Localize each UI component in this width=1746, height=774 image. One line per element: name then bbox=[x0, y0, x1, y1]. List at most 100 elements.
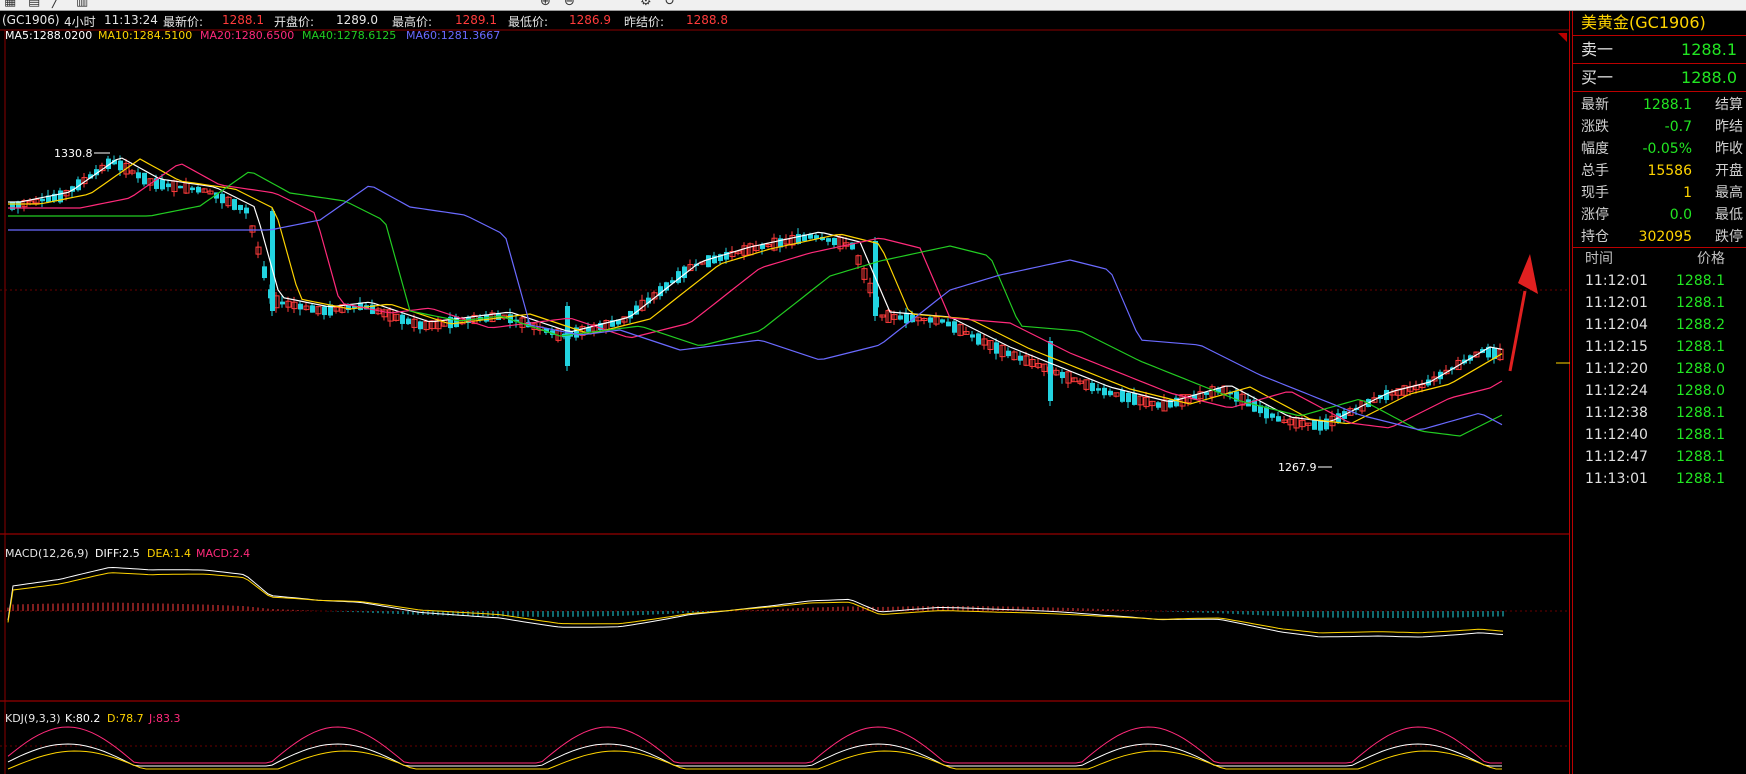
red-arrow-line bbox=[1508, 290, 1527, 372]
candle-body-down bbox=[904, 312, 909, 324]
buy-label: 买一 bbox=[1581, 68, 1614, 87]
candle-body-down bbox=[220, 193, 225, 204]
stat-label-right: 最高 bbox=[1715, 185, 1743, 201]
candle-body-down bbox=[1276, 416, 1281, 422]
line-icon[interactable]: ╱ bbox=[52, 0, 60, 9]
settings-icon[interactable]: ⚙ bbox=[640, 0, 652, 9]
stat-label: 持仓 bbox=[1581, 229, 1609, 245]
candle-body-down bbox=[1006, 350, 1011, 357]
tick-row: 11:12:04 1288.2 bbox=[1573, 314, 1746, 336]
period-label[interactable]: 4小时 bbox=[64, 13, 96, 30]
bar-icon[interactable]: ▥ bbox=[76, 0, 88, 9]
stat-label-right: 昨结 bbox=[1715, 119, 1743, 135]
kline-chart[interactable]: MA5:1288.0200 MA10:1284.5100 MA20:1280.650… bbox=[0, 11, 1570, 774]
buy-value: 1288.0 bbox=[1681, 68, 1737, 87]
low-value: 1286.9 bbox=[569, 13, 611, 27]
stat-label: 总手 bbox=[1581, 163, 1609, 179]
ticks-price-header: 价格 bbox=[1697, 251, 1725, 267]
candle-body-down bbox=[940, 319, 945, 323]
candle-body-down bbox=[418, 321, 423, 330]
stat-label: 最新 bbox=[1581, 97, 1609, 113]
candle-body-down bbox=[1318, 420, 1323, 431]
kdj-j: J:83.3 bbox=[148, 712, 180, 725]
candle-body-down bbox=[832, 237, 837, 246]
candle-body-down bbox=[1018, 355, 1023, 361]
low-label: 最低价: bbox=[508, 15, 549, 29]
latest-value: 1288.1 bbox=[222, 13, 264, 27]
candle-body-down bbox=[706, 255, 711, 268]
candle-body-down bbox=[952, 321, 957, 333]
candle-body-down bbox=[142, 172, 147, 185]
candle-body-down bbox=[1108, 390, 1113, 396]
candle-body-down bbox=[994, 342, 999, 354]
red-arrow-head bbox=[1518, 254, 1538, 294]
stat-label-right: 最低 bbox=[1715, 207, 1743, 223]
stat-value: -0.05% bbox=[1642, 141, 1692, 157]
tick-row: 11:12:01 1288.1 bbox=[1573, 270, 1746, 292]
ma5-legend: MA5:1288.0200 bbox=[5, 29, 92, 42]
candle-body-down bbox=[1324, 418, 1329, 430]
stat-row: 现手 1 最高 bbox=[1573, 182, 1746, 204]
candle-body-down bbox=[196, 186, 201, 193]
tick-time: 11:12:40 bbox=[1585, 427, 1648, 443]
chart-icon[interactable]: ▦ bbox=[4, 0, 16, 9]
candle-body-down bbox=[976, 333, 981, 345]
tick-time: 11:12:24 bbox=[1585, 383, 1648, 399]
ma40-line bbox=[8, 171, 1503, 437]
sell-label: 卖一 bbox=[1581, 40, 1614, 59]
tick-row: 11:12:15 1288.1 bbox=[1573, 336, 1746, 358]
candle-body-down bbox=[118, 160, 123, 171]
refresh-icon[interactable]: ↻ bbox=[664, 0, 675, 9]
ma10-line bbox=[8, 158, 1503, 425]
tick-time: 11:12:01 bbox=[1585, 295, 1648, 311]
stat-row: 总手 15586 开盘 bbox=[1573, 160, 1746, 182]
candle-body-down bbox=[406, 318, 411, 325]
tick-time: 11:13:01 bbox=[1585, 471, 1648, 487]
grid-icon[interactable]: ▤ bbox=[28, 0, 40, 9]
symbol-code: (GC1906) bbox=[2, 13, 60, 27]
open-label: 开盘价: bbox=[274, 15, 315, 29]
zoom-in-icon[interactable]: ⊕ bbox=[540, 0, 551, 9]
stat-label-right: 开盘 bbox=[1715, 163, 1743, 179]
ticks-list: 11:12:01 1288.1 11:12:01 1288.1 11:12:04 1288… bbox=[1573, 270, 1746, 490]
candle-body-down bbox=[298, 303, 303, 310]
ma10-legend: MA10:1284.5100 bbox=[98, 29, 192, 42]
ticks-time-header: 时间 bbox=[1585, 251, 1613, 267]
stat-value: 1 bbox=[1683, 185, 1692, 201]
candle-body-down bbox=[40, 198, 45, 202]
stat-value: 1288.1 bbox=[1643, 97, 1692, 113]
stat-label-right: 跌停 bbox=[1715, 229, 1743, 245]
tick-price: 1288.1 bbox=[1676, 405, 1725, 421]
ma60-legend: MA60:1281.3667 bbox=[406, 29, 500, 42]
ma40-legend: MA40:1278.6125 bbox=[302, 29, 396, 42]
macd-dea: DEA:1.4 bbox=[147, 547, 191, 560]
kdj-name: KDJ(9,3,3) bbox=[5, 712, 61, 725]
tick-price: 1288.1 bbox=[1676, 427, 1725, 443]
tick-time: 11:12:04 bbox=[1585, 317, 1648, 333]
tick-price: 1288.1 bbox=[1676, 273, 1725, 289]
kdj-k: K:80.2 bbox=[65, 712, 100, 725]
candle-body-down bbox=[946, 321, 951, 327]
macd-diff-line bbox=[7, 566, 1504, 638]
stat-label: 涨跌 bbox=[1581, 119, 1609, 135]
candle-body-down bbox=[1096, 388, 1101, 391]
tick-price: 1288.0 bbox=[1676, 361, 1725, 377]
candle-body-down bbox=[160, 179, 165, 190]
candle-body-down bbox=[1270, 413, 1275, 418]
candle-body-down bbox=[232, 199, 237, 210]
open-value: 1289.0 bbox=[336, 13, 378, 27]
ma60-line bbox=[8, 185, 1503, 431]
tick-time: 11:12:47 bbox=[1585, 449, 1648, 465]
candle-body-down bbox=[1126, 392, 1131, 403]
candle-body-down bbox=[244, 207, 249, 214]
stat-label: 涨停 bbox=[1581, 207, 1609, 223]
macd-diff: DIFF:2.5 bbox=[95, 547, 140, 560]
candle-body-down bbox=[1048, 341, 1053, 401]
high-label: 最高价: bbox=[392, 15, 433, 29]
toolbar: ▦ ▤ ╱ ▥ ⊕ ⊖ ⚙ ↻ bbox=[0, 0, 1746, 11]
candle-body-down bbox=[898, 315, 903, 320]
zoom-out-icon[interactable]: ⊖ bbox=[564, 0, 575, 9]
tick-time: 11:12:38 bbox=[1585, 405, 1648, 421]
settle-label: 昨结价: bbox=[624, 15, 665, 29]
ma20-legend: MA20:1280.6500 bbox=[200, 29, 294, 42]
